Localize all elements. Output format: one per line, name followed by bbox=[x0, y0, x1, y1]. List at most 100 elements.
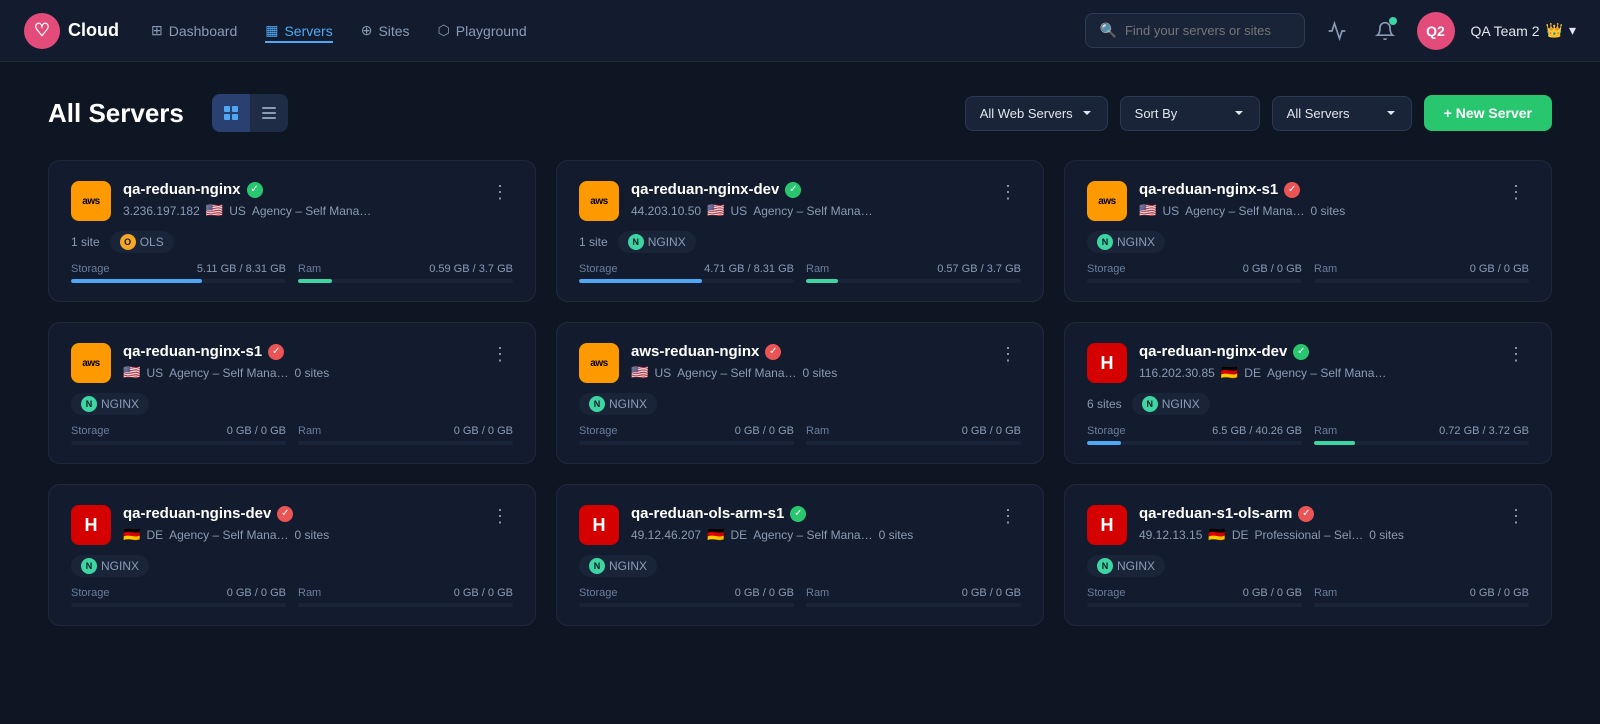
status-indicator: ✓ bbox=[277, 506, 293, 522]
ram-bar bbox=[298, 279, 513, 283]
server-card[interactable]: aws qa-reduan-nginx ✓ 3.236.197.182 🇺🇸 U… bbox=[48, 160, 536, 302]
storage-stat: Storage 0 GB / 0 GB bbox=[71, 425, 286, 445]
engine-icon: O bbox=[120, 234, 136, 250]
card-info: qa-reduan-ngins-dev ✓ 🇩🇪 DE Agency – Sel… bbox=[123, 505, 487, 543]
main-content: All Servers All Web Servers Sort By All … bbox=[0, 62, 1600, 658]
card-menu-button[interactable]: ⋮ bbox=[995, 505, 1021, 527]
card-menu-button[interactable]: ⋮ bbox=[995, 181, 1021, 203]
site-count: 6 sites bbox=[1087, 397, 1122, 411]
server-name: qa-reduan-nginx bbox=[123, 181, 241, 198]
provider-logo: aws bbox=[1087, 181, 1127, 221]
server-card[interactable]: H qa-reduan-ols-arm-s1 ✓ 49.12.46.207 🇩🇪… bbox=[556, 484, 1044, 626]
engine-tag: N NGINX bbox=[71, 555, 149, 577]
card-header: aws qa-reduan-nginx ✓ 3.236.197.182 🇺🇸 U… bbox=[71, 181, 513, 221]
search-input[interactable] bbox=[1125, 23, 1290, 38]
engine-tag: N NGINX bbox=[1132, 393, 1210, 415]
card-menu-button[interactable]: ⋮ bbox=[487, 181, 513, 203]
grid-view-button[interactable] bbox=[212, 94, 250, 132]
server-card[interactable]: aws qa-reduan-nginx-s1 ✓ 🇺🇸 US Agency – … bbox=[48, 322, 536, 464]
card-menu-button[interactable]: ⋮ bbox=[1503, 505, 1529, 527]
activity-icon[interactable] bbox=[1321, 15, 1353, 47]
card-name-row: qa-reduan-s1-ols-arm ✓ bbox=[1139, 505, 1503, 522]
server-ip: 44.203.10.50 bbox=[631, 204, 701, 218]
stats-row: Storage 0 GB / 0 GB Ram 0 GB / 0 GB bbox=[71, 587, 513, 607]
sort-by-dropdown[interactable]: Sort By bbox=[1120, 96, 1260, 131]
card-menu-button[interactable]: ⋮ bbox=[995, 343, 1021, 365]
logo-text: Cloud bbox=[68, 20, 119, 41]
country-code: US bbox=[229, 204, 246, 218]
nav-dashboard[interactable]: ⊞ Dashboard bbox=[151, 18, 237, 43]
country-code: US bbox=[731, 204, 748, 218]
ram-label: Ram bbox=[298, 263, 321, 275]
web-servers-filter[interactable]: All Web Servers bbox=[965, 96, 1108, 131]
storage-value: 0 GB / 0 GB bbox=[735, 587, 794, 599]
server-card[interactable]: H qa-reduan-nginx-dev ✓ 116.202.30.85 🇩🇪… bbox=[1064, 322, 1552, 464]
provider-logo: aws bbox=[579, 343, 619, 383]
country-flag: 🇺🇸 bbox=[1139, 202, 1156, 219]
view-toggle bbox=[212, 94, 288, 132]
team-selector[interactable]: QA Team 2 👑 ▾ bbox=[1471, 22, 1576, 39]
server-card[interactable]: aws aws-reduan-nginx ✓ 🇺🇸 US Agency – Se… bbox=[556, 322, 1044, 464]
card-header: aws qa-reduan-nginx-dev ✓ 44.203.10.50 🇺… bbox=[579, 181, 1021, 221]
server-card[interactable]: aws qa-reduan-nginx-s1 ✓ 🇺🇸 US Agency – … bbox=[1064, 160, 1552, 302]
ram-bar bbox=[1314, 441, 1529, 445]
logo[interactable]: ♡ Cloud bbox=[24, 13, 119, 49]
storage-bar bbox=[579, 603, 794, 607]
storage-value: 6.5 GB / 40.26 GB bbox=[1212, 425, 1302, 437]
nav-sites-label: Sites bbox=[378, 23, 409, 39]
storage-value: 0 GB / 0 GB bbox=[735, 425, 794, 437]
card-info: qa-reduan-ols-arm-s1 ✓ 49.12.46.207 🇩🇪 D… bbox=[631, 505, 995, 543]
storage-bar bbox=[579, 279, 794, 283]
storage-label: Storage bbox=[1087, 263, 1126, 275]
notification-icon[interactable] bbox=[1369, 15, 1401, 47]
search-box[interactable]: 🔍 bbox=[1085, 13, 1305, 48]
card-meta: 🇺🇸 US Agency – Self Mana… 0 sites bbox=[631, 364, 995, 381]
ram-stat: Ram 0 GB / 0 GB bbox=[298, 425, 513, 445]
card-menu-button[interactable]: ⋮ bbox=[1503, 181, 1529, 203]
card-meta: 116.202.30.85 🇩🇪 DE Agency – Self Mana… bbox=[1139, 364, 1503, 381]
ram-label: Ram bbox=[806, 587, 829, 599]
web-servers-filter-label: All Web Servers bbox=[980, 106, 1073, 121]
provider-logo: H bbox=[71, 505, 111, 545]
engine-tag: N NGINX bbox=[1087, 555, 1165, 577]
stats-row: Storage 5.11 GB / 8.31 GB Ram 0.59 GB / … bbox=[71, 263, 513, 283]
engine-tag: O OLS bbox=[110, 231, 174, 253]
storage-fill bbox=[579, 279, 702, 283]
storage-label: Storage bbox=[579, 425, 618, 437]
storage-bar bbox=[579, 441, 794, 445]
country-code: DE bbox=[146, 528, 163, 542]
card-name-row: qa-reduan-ngins-dev ✓ bbox=[123, 505, 487, 522]
team-chevron-icon: ▾ bbox=[1569, 22, 1576, 39]
engine-icon: N bbox=[1097, 234, 1113, 250]
server-name: qa-reduan-ols-arm-s1 bbox=[631, 505, 784, 522]
country-code: DE bbox=[731, 528, 748, 542]
card-menu-button[interactable]: ⋮ bbox=[1503, 343, 1529, 365]
plan-name: Agency – Self Mana… bbox=[1185, 204, 1304, 218]
new-server-button[interactable]: + New Server bbox=[1424, 95, 1552, 131]
ram-value: 0.72 GB / 3.72 GB bbox=[1439, 425, 1529, 437]
country-flag: 🇩🇪 bbox=[1221, 364, 1238, 381]
zero-sites: 0 sites bbox=[1311, 204, 1346, 218]
server-card[interactable]: H qa-reduan-s1-ols-arm ✓ 49.12.13.15 🇩🇪 … bbox=[1064, 484, 1552, 626]
nav-servers[interactable]: ▦ Servers bbox=[265, 18, 332, 43]
server-card[interactable]: H qa-reduan-ngins-dev ✓ 🇩🇪 DE Agency – S… bbox=[48, 484, 536, 626]
card-menu-button[interactable]: ⋮ bbox=[487, 343, 513, 365]
storage-label: Storage bbox=[71, 587, 110, 599]
card-name-row: qa-reduan-ols-arm-s1 ✓ bbox=[631, 505, 995, 522]
provider-logo: H bbox=[579, 505, 619, 545]
ram-value: 0 GB / 0 GB bbox=[454, 587, 513, 599]
nav-servers-label: Servers bbox=[284, 23, 332, 39]
nav-playground[interactable]: ⬡ Playground bbox=[438, 18, 527, 43]
server-card[interactable]: aws qa-reduan-nginx-dev ✓ 44.203.10.50 🇺… bbox=[556, 160, 1044, 302]
card-info: qa-reduan-nginx-s1 ✓ 🇺🇸 US Agency – Self… bbox=[1139, 181, 1503, 219]
card-header: aws qa-reduan-nginx-s1 ✓ 🇺🇸 US Agency – … bbox=[71, 343, 513, 383]
card-menu-button[interactable]: ⋮ bbox=[487, 505, 513, 527]
list-view-button[interactable] bbox=[250, 94, 288, 132]
scope-dropdown[interactable]: All Servers bbox=[1272, 96, 1412, 131]
search-icon: 🔍 bbox=[1100, 22, 1117, 39]
ram-bar bbox=[806, 441, 1021, 445]
nav-sites[interactable]: ⊕ Sites bbox=[361, 18, 410, 43]
storage-label: Storage bbox=[579, 587, 618, 599]
playground-icon: ⬡ bbox=[438, 22, 450, 39]
engine-label: NGINX bbox=[1162, 397, 1200, 411]
